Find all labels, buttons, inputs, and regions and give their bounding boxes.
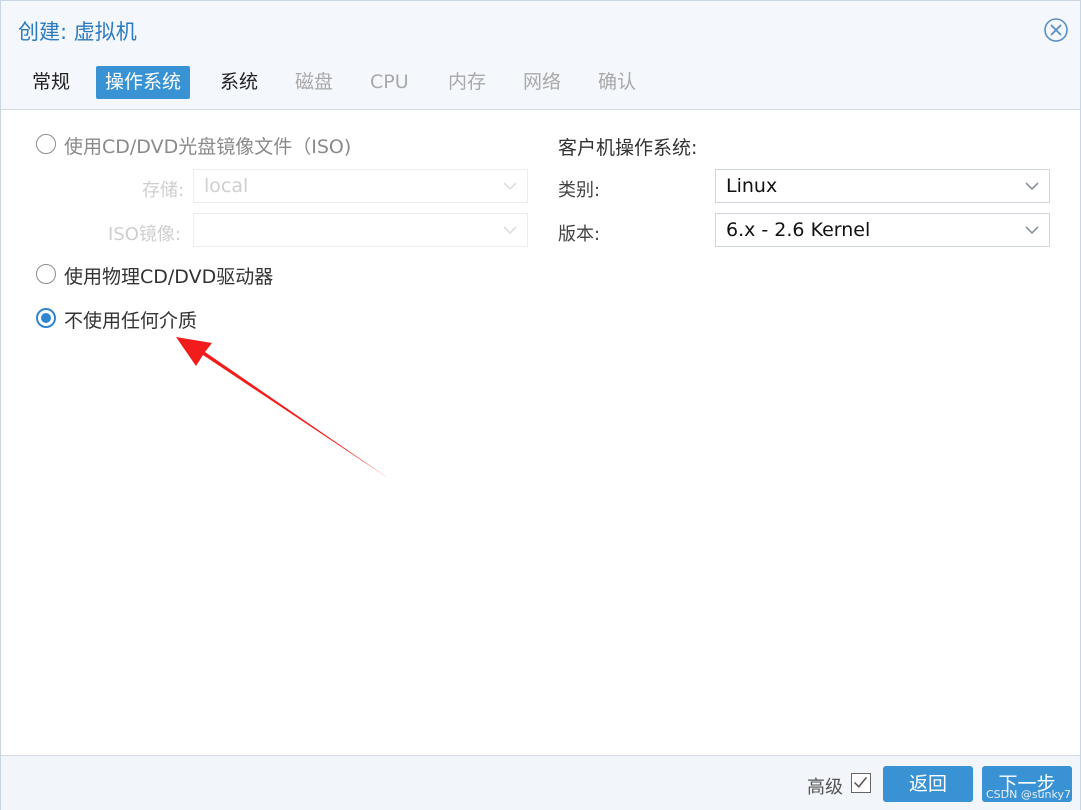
guest-os-heading: 客户机操作系统:: [558, 137, 698, 159]
watermark: CSDN @sunky7: [986, 788, 1072, 801]
iso-image-select[interactable]: [193, 213, 528, 247]
tab-memory[interactable]: 内存: [439, 66, 495, 99]
tab-confirm[interactable]: 确认: [589, 66, 645, 99]
dialog-title: 创建: 虚拟机: [18, 20, 137, 44]
tab-general[interactable]: 常规: [23, 66, 79, 99]
storage-select[interactable]: local: [193, 169, 528, 203]
os-version-value: 6.x - 2.6 Kernel: [726, 219, 871, 241]
back-button[interactable]: 返回: [883, 766, 973, 802]
os-version-select[interactable]: 6.x - 2.6 Kernel: [715, 213, 1050, 247]
os-type-select[interactable]: Linux: [715, 169, 1050, 203]
checkmark-icon: [854, 776, 868, 788]
dialog-titlebar: 创建: 虚拟机: [1, 1, 1080, 57]
os-type-value: Linux: [726, 175, 778, 197]
os-version-label: 版本:: [558, 224, 601, 245]
dialog-footer: 高级 返回 下一步 CSDN @sunky7: [1, 755, 1080, 810]
advanced-label: 高级: [807, 777, 843, 798]
tab-disk[interactable]: 磁盘: [286, 66, 342, 99]
iso-radio-label: 使用CD/DVD光盘镜像文件（ISO): [64, 136, 352, 158]
physical-drive-radio[interactable]: [36, 264, 56, 284]
chevron-down-icon: [1025, 182, 1039, 191]
tab-bar: 常规 操作系统 系统 磁盘 CPU 内存 网络 确认: [1, 57, 1080, 110]
no-media-radio[interactable]: [36, 308, 56, 328]
chevron-down-icon: [1025, 226, 1039, 235]
os-type-label: 类别:: [558, 180, 601, 201]
chevron-down-icon: [503, 226, 517, 235]
storage-label: 存储:: [142, 180, 185, 201]
create-vm-dialog: 创建: 虚拟机 常规 操作系统 系统 磁盘 CPU 内存 网络 确认 使用CD/…: [0, 0, 1081, 810]
iso-image-label: ISO镜像:: [108, 224, 181, 245]
tab-network[interactable]: 网络: [514, 66, 570, 99]
chevron-down-icon: [503, 182, 517, 191]
physical-drive-radio-label: 使用物理CD/DVD驱动器: [64, 266, 274, 288]
tab-os[interactable]: 操作系统: [96, 66, 191, 99]
no-media-radio-label: 不使用任何介质: [64, 310, 198, 332]
storage-value: local: [204, 175, 249, 197]
tab-cpu[interactable]: CPU: [361, 66, 418, 99]
iso-radio[interactable]: [36, 134, 56, 154]
os-panel: 使用CD/DVD光盘镜像文件（ISO) 存储: local ISO镜像: 使用物…: [1, 110, 1080, 755]
advanced-checkbox[interactable]: [851, 773, 871, 793]
tab-system[interactable]: 系统: [211, 66, 267, 99]
close-icon[interactable]: [1043, 17, 1069, 43]
